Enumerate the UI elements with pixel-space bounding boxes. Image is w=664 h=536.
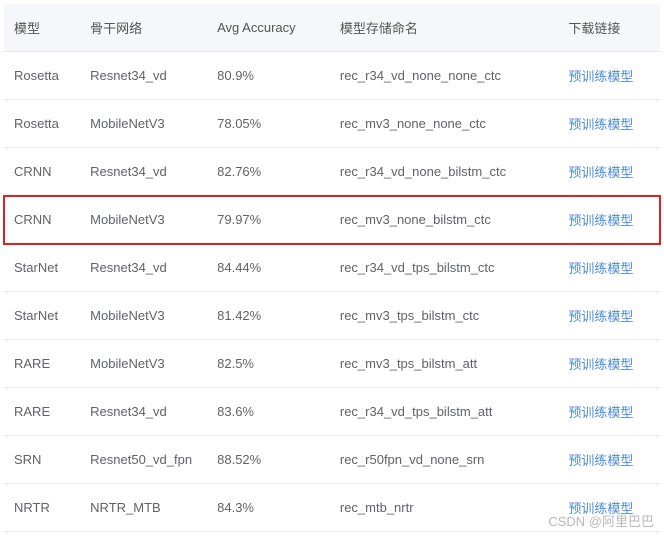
- cell-storage: rec_r34_vd_none_bilstm_ctc: [330, 148, 559, 196]
- download-link[interactable]: 预训练模型: [568, 309, 633, 324]
- table-row: SRNResnet50_vd_fpn88.52%rec_r50fpn_vd_no…: [4, 436, 660, 484]
- cell-model: RARE: [4, 340, 80, 388]
- cell-model: CRNN: [4, 196, 80, 244]
- cell-link: 预训练模型: [558, 388, 660, 436]
- cell-storage: rec_r34_vd_tps_bilstm_ctc: [330, 244, 559, 292]
- cell-accuracy: 81.42%: [207, 292, 330, 340]
- cell-storage: rec_r34_vd_tps_bilstm_att: [330, 388, 559, 436]
- table-row: RAREResnet34_vd83.6%rec_r34_vd_tps_bilst…: [4, 388, 660, 436]
- cell-backbone: Resnet34_vd: [80, 148, 207, 196]
- cell-model: Rosetta: [4, 52, 80, 100]
- cell-link: 预训练模型: [558, 148, 660, 196]
- table-row: StarNetMobileNetV381.42%rec_mv3_tps_bils…: [4, 292, 660, 340]
- cell-backbone: MobileNetV3: [80, 100, 207, 148]
- cell-model: SRN: [4, 436, 80, 484]
- cell-model: StarNet: [4, 244, 80, 292]
- download-link[interactable]: 预训练模型: [568, 117, 633, 132]
- header-link: 下载链接: [558, 4, 660, 52]
- cell-accuracy: 84.44%: [207, 244, 330, 292]
- download-link[interactable]: 预训练模型: [568, 453, 633, 468]
- cell-backbone: MobileNetV3: [80, 340, 207, 388]
- cell-accuracy: 82.5%: [207, 340, 330, 388]
- cell-link: 预训练模型: [558, 244, 660, 292]
- cell-backbone: Resnet34_vd: [80, 52, 207, 100]
- cell-link: 预训练模型: [558, 52, 660, 100]
- download-link[interactable]: 预训练模型: [568, 165, 633, 180]
- download-link[interactable]: 预训练模型: [568, 69, 633, 84]
- download-link[interactable]: 预训练模型: [568, 213, 633, 228]
- cell-storage: rec_mv3_none_bilstm_ctc: [330, 196, 559, 244]
- cell-storage: rec_mv3_tps_bilstm_att: [330, 340, 559, 388]
- cell-link: 预训练模型: [558, 292, 660, 340]
- cell-storage: rec_r34_vd_none_none_ctc: [330, 52, 559, 100]
- download-link[interactable]: 预训练模型: [568, 261, 633, 276]
- cell-accuracy: 83.6%: [207, 388, 330, 436]
- cell-model: CRNN: [4, 148, 80, 196]
- download-link[interactable]: 预训练模型: [568, 501, 633, 516]
- cell-storage: rec_r50fpn_vd_none_srn: [330, 436, 559, 484]
- table-row: RosettaResnet34_vd80.9%rec_r34_vd_none_n…: [4, 52, 660, 100]
- cell-accuracy: 88.52%: [207, 436, 330, 484]
- cell-accuracy: 79.97%: [207, 196, 330, 244]
- table-row: CRNNMobileNetV379.97%rec_mv3_none_bilstm…: [4, 196, 660, 244]
- model-table: 模型 骨干网络 Avg Accuracy 模型存储命名 下载链接 Rosetta…: [4, 4, 660, 532]
- cell-accuracy: 78.05%: [207, 100, 330, 148]
- cell-accuracy: 80.9%: [207, 52, 330, 100]
- header-model: 模型: [4, 4, 80, 52]
- cell-model: Rosetta: [4, 100, 80, 148]
- cell-backbone: Resnet50_vd_fpn: [80, 436, 207, 484]
- cell-link: 预训练模型: [558, 196, 660, 244]
- table-header-row: 模型 骨干网络 Avg Accuracy 模型存储命名 下载链接: [4, 4, 660, 52]
- download-link[interactable]: 预训练模型: [568, 357, 633, 372]
- cell-link: 预训练模型: [558, 100, 660, 148]
- cell-model: StarNet: [4, 292, 80, 340]
- table-row: RosettaMobileNetV378.05%rec_mv3_none_non…: [4, 100, 660, 148]
- table-row: StarNetResnet34_vd84.44%rec_r34_vd_tps_b…: [4, 244, 660, 292]
- cell-storage: rec_mv3_none_none_ctc: [330, 100, 559, 148]
- header-storage: 模型存储命名: [330, 4, 559, 52]
- cell-backbone: Resnet34_vd: [80, 244, 207, 292]
- table-row: RAREMobileNetV382.5%rec_mv3_tps_bilstm_a…: [4, 340, 660, 388]
- cell-model: RARE: [4, 388, 80, 436]
- cell-link: 预训练模型: [558, 340, 660, 388]
- download-link[interactable]: 预训练模型: [568, 405, 633, 420]
- cell-accuracy: 82.76%: [207, 148, 330, 196]
- header-backbone: 骨干网络: [80, 4, 207, 52]
- cell-backbone: MobileNetV3: [80, 196, 207, 244]
- table-row: CRNNResnet34_vd82.76%rec_r34_vd_none_bil…: [4, 148, 660, 196]
- cell-backbone: MobileNetV3: [80, 292, 207, 340]
- cell-link: 预训练模型: [558, 436, 660, 484]
- cell-storage: rec_mv3_tps_bilstm_ctc: [330, 292, 559, 340]
- header-accuracy: Avg Accuracy: [207, 4, 330, 52]
- cell-backbone: Resnet34_vd: [80, 388, 207, 436]
